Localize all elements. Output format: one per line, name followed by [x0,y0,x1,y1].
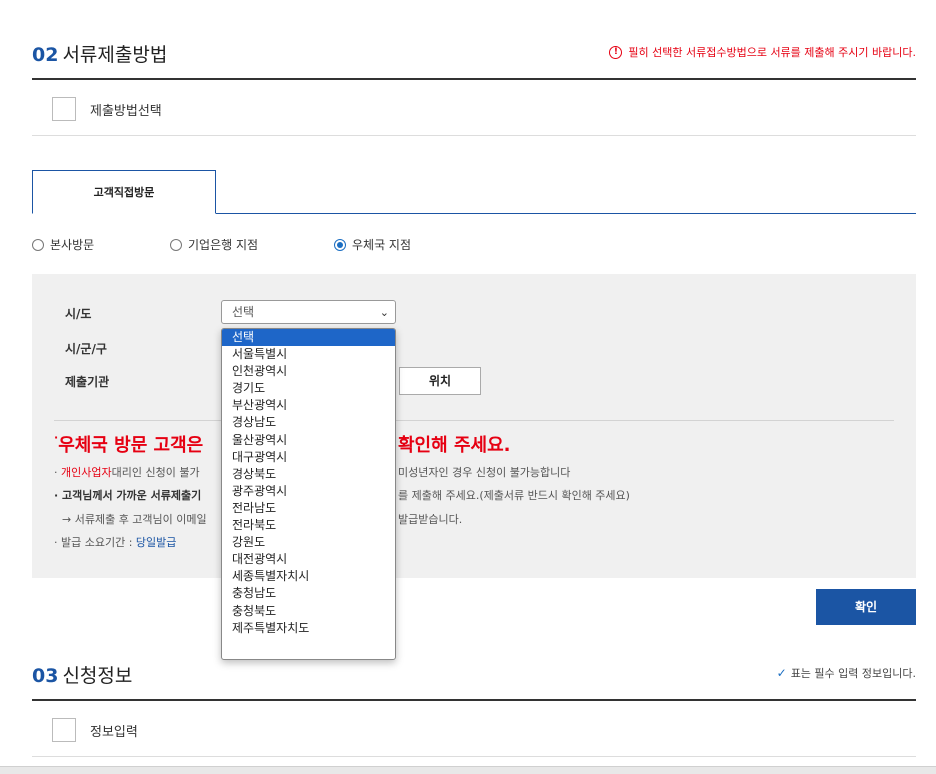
notice-line-1-highlight: 개인사업자 [61,466,112,479]
dropdown-option[interactable]: 전라남도 [222,500,395,517]
panel-divider [54,420,894,421]
warning-circle-icon: ! [609,45,623,59]
radio-circle-icon [32,238,44,251]
dropdown-option[interactable]: 경기도 [222,380,395,397]
dropdown-option[interactable]: 경상남도 [222,414,395,431]
radio-selected-icon [334,238,346,251]
radio-post-office[interactable]: 우체국 지점 [334,236,411,253]
section-title: 02 서류제출방법 [32,40,167,67]
sido-select-value: 선택 [232,305,255,319]
radio-headquarters[interactable]: 본사방문 [32,236,94,253]
notice-line-4-highlight: 당일발급 [135,536,177,549]
notice-line-2: · 고객님께서 가까운 서류제출기 [54,489,202,502]
info-input-label: 정보입력 [90,725,138,740]
notice-title-right: 확인해 주세요. [398,435,511,456]
dropdown-option[interactable]: 충청북도 [222,603,395,620]
dropdown-option[interactable]: 경상북도 [222,466,395,483]
submit-method-checkbox[interactable] [52,97,76,121]
notice-line-3-tail: 발급받습니다. [398,513,463,526]
visit-location-radio-group: 본사방문 기업은행 지점 우체국 지점 [32,236,916,256]
dropdown-option[interactable]: 광주광역시 [222,483,395,500]
post-office-form-panel: 시/도 선택 ⌄ 시/군/구 제출기관 위치 ·우체국 방문 고객은 확인해 주… [32,274,916,578]
notice-title-left-text: 우체국 방문 고객은 [58,435,204,456]
section-title-text: 서류제출방법 [62,44,168,66]
submit-method-label: 제출방법선택 [90,104,162,119]
sido-dropdown-list[interactable]: 선택 서울특별시 인천광역시 경기도 부산광역시 경상남도 울산광역시 대구광역시 경상북도 광주… [221,328,396,660]
horizontal-scrollbar[interactable] [0,766,936,774]
section-number: 03 [32,665,59,687]
dropdown-option[interactable]: 서울특별시 [222,346,395,363]
notice-line-4-text: · 발급 소요기간 : [54,536,136,549]
notice-line-1: · 개인사업자대리인 신청이 불가 [54,464,200,480]
checkmark-icon: ✓ [776,666,787,680]
radio-label: 우체국 지점 [352,238,412,252]
required-notice-text: 필히 선택한 서류접수방법으로 서류를 제출해 주시기 바랍니다. [628,46,916,59]
notice-line-2-tail: 를 제출해 주세요.(제출서류 반드시 확인해 주세요) [398,489,630,502]
dropdown-option[interactable]: 대구광역시 [222,449,395,466]
notice-line-3: → 서류제출 후 고객님이 이메일 [62,513,207,526]
sido-label: 시/도 [65,307,92,321]
dropdown-option[interactable]: 울산광역시 [222,432,395,449]
confirm-button[interactable]: 확인 [816,589,916,625]
bullet: · [54,466,58,479]
notice-title-left: ·우체국 방문 고객은 [54,431,204,456]
section-header-submission: 02 서류제출방법 ! 필히 선택한 서류접수방법으로 서류를 제출해 주시기 바… [32,30,916,80]
section-title-text: 신청정보 [62,665,133,687]
section-title: 03 신청정보 [32,661,132,688]
dropdown-option[interactable]: 강원도 [222,534,395,551]
section-header-application-info: 03 신청정보 ✓ 표는 필수 입력 정보입니다. [32,651,916,701]
submit-method-row: 제출방법선택 [32,82,916,136]
notice-line-1-tail: 미성년자인 경우 신청이 불가능합니다 [398,466,571,479]
dropdown-option[interactable]: 선택 [222,329,395,347]
location-button[interactable]: 위치 [399,367,481,395]
dropdown-option[interactable]: 충청남도 [222,585,395,602]
dropdown-option[interactable]: 대전광역시 [222,551,395,568]
method-tab-bar: 고객직접방문 [32,170,916,214]
required-notice: ! 필히 선택한 서류접수방법으로 서류를 제출해 주시기 바랍니다. [609,44,916,60]
sido-select[interactable]: 선택 ⌄ [221,300,396,324]
section-number: 02 [32,44,59,66]
dropdown-option[interactable]: 제주특별자치도 [222,620,395,637]
dropdown-option[interactable]: 부산광역시 [222,397,395,414]
info-input-checkbox[interactable] [52,718,76,742]
dropdown-option[interactable]: 세종특별자치시 [222,568,395,585]
chevron-down-icon: ⌄ [379,306,389,319]
dropdown-option[interactable]: 인천광역시 [222,363,395,380]
radio-label: 기업은행 지점 [188,238,259,252]
info-input-row: 정보입력 [32,703,916,757]
radio-circle-icon [170,238,182,251]
sigungu-label: 시/군/구 [65,342,107,356]
notice-line-1-text: 대리인 신청이 불가 [111,466,200,479]
office-label: 제출기관 [65,375,110,389]
dropdown-option[interactable]: 전라북도 [222,517,395,534]
radio-ibk-branch[interactable]: 기업은행 지점 [170,236,258,253]
required-field-note-text: 표는 필수 입력 정보입니다. [790,667,916,680]
notice-line-4: · 발급 소요기간 : 당일발급 [54,534,176,550]
required-field-note: ✓ 표는 필수 입력 정보입니다. [777,665,916,681]
tab-customer-visit[interactable]: 고객직접방문 [32,170,216,214]
radio-label: 본사방문 [50,238,95,252]
